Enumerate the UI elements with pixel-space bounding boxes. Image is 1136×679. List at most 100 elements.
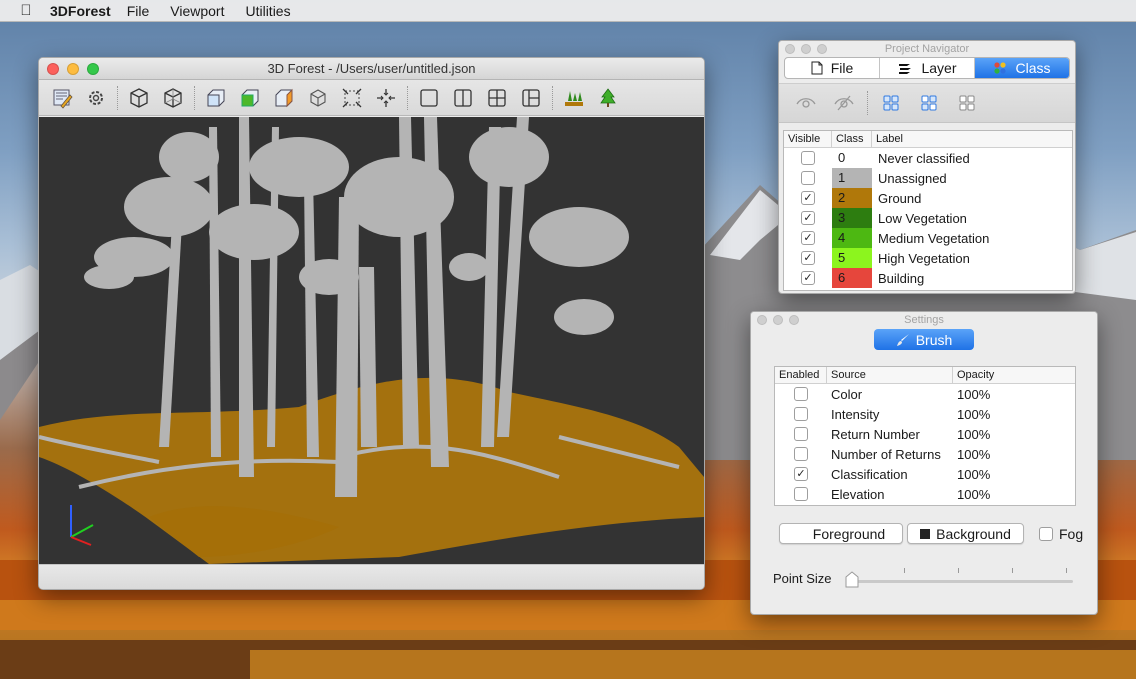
menu-app-name[interactable]: 3DForest — [50, 3, 111, 19]
class-row[interactable]: 1 Unassigned — [784, 168, 1072, 188]
column-enabled[interactable]: Enabled — [775, 367, 827, 383]
zoom-window-button[interactable] — [87, 63, 99, 75]
enabled-checkbox[interactable] — [794, 447, 808, 461]
main-toolbar — [39, 80, 704, 116]
source-opacity: 100% — [957, 446, 991, 462]
ground-segmentation-icon[interactable] — [557, 84, 591, 112]
menu-viewport[interactable]: Viewport — [170, 3, 224, 19]
class-color-cell: 5 — [832, 248, 872, 268]
cube-outline-icon[interactable] — [122, 84, 156, 112]
point-size-slider-knob[interactable] — [844, 571, 860, 589]
cube-iso-view-icon[interactable] — [301, 84, 335, 112]
enabled-checkbox[interactable] — [794, 487, 808, 501]
cube-side-view-icon[interactable] — [267, 84, 301, 112]
toolbar-separator — [117, 85, 118, 110]
column-opacity[interactable]: Opacity — [953, 367, 1075, 383]
layers-edit-icon[interactable] — [45, 84, 79, 112]
minimize-window-button[interactable] — [801, 44, 811, 54]
source-name: Intensity — [831, 406, 880, 422]
source-row[interactable]: Number of Returns 100% — [775, 444, 1075, 464]
settings-title: Settings — [904, 314, 944, 326]
point-cloud-viewport[interactable] — [39, 117, 704, 564]
project-navigator-titlebar[interactable]: Project Navigator — [779, 41, 1075, 57]
source-table-header: Enabled Source Opacity — [775, 367, 1075, 384]
source-row[interactable]: Elevation 100% — [775, 484, 1075, 504]
select-none-icon[interactable] — [948, 89, 986, 117]
visible-checkbox[interactable]: ✓ — [801, 251, 815, 265]
enabled-cell — [775, 407, 827, 421]
fit-screen-icon[interactable] — [335, 84, 369, 112]
class-row[interactable]: 0 Never classified — [784, 148, 1072, 168]
apple-menu-icon[interactable]:  — [8, 2, 44, 19]
foreground-color-swatch — [796, 528, 807, 539]
class-row[interactable]: ✓ 5 High Vegetation — [784, 248, 1072, 268]
invert-selection-icon[interactable] — [910, 89, 948, 117]
enabled-checkbox[interactable]: ✓ — [794, 467, 808, 481]
toolbar-separator — [552, 85, 553, 110]
fog-checkbox[interactable] — [1039, 527, 1053, 541]
column-source[interactable]: Source — [827, 367, 953, 383]
column-visible[interactable]: Visible — [784, 131, 832, 147]
source-row[interactable]: ✓ Classification 100% — [775, 464, 1075, 484]
class-row[interactable]: ✓ 4 Medium Vegetation — [784, 228, 1072, 248]
source-row[interactable]: Intensity 100% — [775, 404, 1075, 424]
tab-file[interactable]: File — [785, 58, 880, 78]
minimize-window-button[interactable] — [773, 315, 783, 325]
single-viewport-icon[interactable] — [412, 84, 446, 112]
visible-checkbox[interactable] — [801, 151, 815, 165]
close-window-button[interactable] — [757, 315, 767, 325]
brush-tab-button[interactable]: Brush — [874, 329, 974, 350]
enabled-checkbox[interactable] — [794, 427, 808, 441]
point-size-slider[interactable] — [851, 580, 1073, 583]
tab-class[interactable]: Class — [975, 58, 1069, 78]
class-color-cell: 4 — [832, 228, 872, 248]
class-row[interactable]: ✓ 6 Building — [784, 268, 1072, 288]
visible-cell — [784, 171, 832, 185]
class-table: Visible Class Label 0 Never classified 1 Un… — [783, 130, 1073, 291]
tree-segmentation-icon[interactable] — [591, 84, 625, 112]
foreground-button[interactable]: Foreground — [779, 523, 903, 544]
enabled-checkbox[interactable] — [794, 407, 808, 421]
cube-front-view-icon[interactable] — [199, 84, 233, 112]
four-viewports-icon[interactable] — [480, 84, 514, 112]
cube-wireframe-icon[interactable] — [156, 84, 190, 112]
three-viewports-icon[interactable] — [514, 84, 548, 112]
visible-checkbox[interactable]: ✓ — [801, 211, 815, 225]
source-opacity: 100% — [957, 406, 991, 422]
settings-gear-icon[interactable] — [79, 84, 113, 112]
minimize-window-button[interactable] — [67, 63, 79, 75]
close-window-button[interactable] — [785, 44, 795, 54]
slider-tick — [904, 568, 905, 573]
visible-cell: ✓ — [784, 191, 832, 205]
visible-checkbox[interactable]: ✓ — [801, 231, 815, 245]
center-target-icon[interactable] — [369, 84, 403, 112]
slider-tick — [958, 568, 959, 573]
menu-file[interactable]: File — [127, 3, 150, 19]
menu-utilities[interactable]: Utilities — [245, 3, 290, 19]
visible-checkbox[interactable]: ✓ — [801, 191, 815, 205]
zoom-window-button[interactable] — [817, 44, 827, 54]
select-all-icon[interactable] — [872, 89, 910, 117]
source-row[interactable]: Color 100% — [775, 384, 1075, 404]
two-viewports-icon[interactable] — [446, 84, 480, 112]
class-row[interactable]: ✓ 3 Low Vegetation — [784, 208, 1072, 228]
source-row[interactable]: Return Number 100% — [775, 424, 1075, 444]
column-label[interactable]: Label — [872, 131, 1072, 147]
main-window-titlebar[interactable]: 3D Forest - /Users/user/untitled.json — [39, 58, 704, 80]
cube-top-view-icon[interactable] — [233, 84, 267, 112]
class-row[interactable]: ✓ 2 Ground — [784, 188, 1072, 208]
tab-layer[interactable]: Layer — [880, 58, 975, 78]
settings-titlebar[interactable]: Settings — [751, 312, 1097, 328]
fog-option[interactable]: Fog — [1039, 526, 1083, 542]
zoom-window-button[interactable] — [789, 315, 799, 325]
settings-window: Settings Brush Enabled Source Opacity Co… — [750, 311, 1098, 615]
column-class[interactable]: Class — [832, 131, 872, 147]
hide-icon[interactable] — [825, 89, 863, 117]
close-window-button[interactable] — [47, 63, 59, 75]
visible-checkbox[interactable]: ✓ — [801, 271, 815, 285]
visible-checkbox[interactable] — [801, 171, 815, 185]
class-label: Building — [878, 270, 925, 286]
show-icon[interactable] — [787, 89, 825, 117]
enabled-checkbox[interactable] — [794, 387, 808, 401]
background-button[interactable]: Background — [907, 523, 1024, 544]
